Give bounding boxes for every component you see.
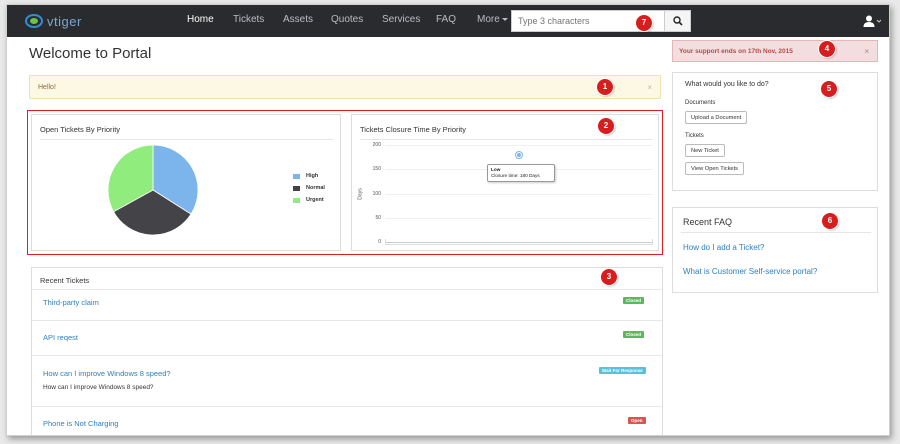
divider xyxy=(32,320,662,321)
callout-marker: 4 xyxy=(819,41,835,57)
ticket-link[interactable]: Phone is Not Charging xyxy=(43,419,118,428)
ticket-link[interactable]: Third-party claim xyxy=(43,298,99,307)
ticket-link[interactable]: How can I improve Windows 8 speed? xyxy=(43,369,171,378)
chart-tooltip: Low Closure time: 180 Days xyxy=(487,164,555,182)
legend-swatch xyxy=(293,185,300,191)
grid-line xyxy=(385,145,653,146)
faq-link[interactable]: What is Customer Self-service portal? xyxy=(683,267,817,276)
portal-window: vtiger Home Tickets Assets Quotes Servic… xyxy=(6,4,890,436)
faq-link[interactable]: How do I add a Ticket? xyxy=(683,243,764,252)
data-point-low[interactable] xyxy=(516,151,522,158)
legend-label: High xyxy=(306,173,319,179)
x-axis xyxy=(385,239,653,245)
upload-document-button[interactable]: Upload a Document xyxy=(685,111,748,124)
grid-line xyxy=(385,193,653,195)
view-open-tickets-button[interactable]: View Open Tickets xyxy=(685,162,744,175)
closure-time-chart-title: Tickets Closure Time By Priority xyxy=(360,125,466,134)
legend-label: Normal xyxy=(306,185,325,191)
quick-actions-title: What would you like to do? xyxy=(685,81,769,88)
y-tick-label: 200 xyxy=(372,142,381,148)
callout-marker: 6 xyxy=(822,213,838,229)
ticket-link[interactable]: API reqest xyxy=(43,333,78,342)
ticket-description: How can I improve Windows 8 speed? xyxy=(43,384,154,391)
grid-line xyxy=(385,217,653,219)
legend-label: Urgent xyxy=(306,197,324,203)
divider xyxy=(32,406,662,407)
y-tick-label: 0 xyxy=(378,239,381,245)
y-tick-label: 150 xyxy=(372,166,381,173)
recent-tickets-title: Recent Tickets xyxy=(40,276,90,285)
status-badge: Open xyxy=(628,417,646,424)
closure-time-chart-panel: Tickets Closure Time By Priority xyxy=(351,114,659,251)
status-badge: Closed xyxy=(623,297,645,304)
status-badge: Closed xyxy=(623,331,645,338)
pie-legend: High Normal Urgent xyxy=(293,173,325,209)
callout-marker: 7 xyxy=(636,15,652,31)
new-ticket-button[interactable]: New Ticket xyxy=(685,144,725,157)
status-badge: Wait For Response xyxy=(599,367,646,374)
recent-faq-title: Recent FAQ xyxy=(683,217,733,227)
callout-marker: 5 xyxy=(821,81,837,97)
divider xyxy=(32,355,662,356)
callout-marker: 1 xyxy=(597,79,613,95)
callout-marker: 3 xyxy=(601,269,617,285)
legend-swatch xyxy=(293,197,300,203)
legend-swatch xyxy=(293,173,300,179)
y-axis-label: Days xyxy=(357,188,364,200)
tooltip-text: Closure time: 180 Days xyxy=(491,173,540,178)
legend-item[interactable]: High xyxy=(293,173,325,179)
documents-label: Documents xyxy=(685,100,716,106)
tickets-label: Tickets xyxy=(685,133,704,139)
legend-item[interactable]: Normal xyxy=(293,185,325,191)
y-tick-label: 100 xyxy=(372,190,381,197)
divider xyxy=(681,232,871,233)
legend-item[interactable]: Urgent xyxy=(293,197,325,203)
divider xyxy=(32,289,662,290)
y-tick-label: 50 xyxy=(375,214,381,221)
callout-marker: 2 xyxy=(598,118,614,134)
divider xyxy=(360,139,652,140)
recent-tickets-panel: Recent Tickets xyxy=(31,267,663,435)
